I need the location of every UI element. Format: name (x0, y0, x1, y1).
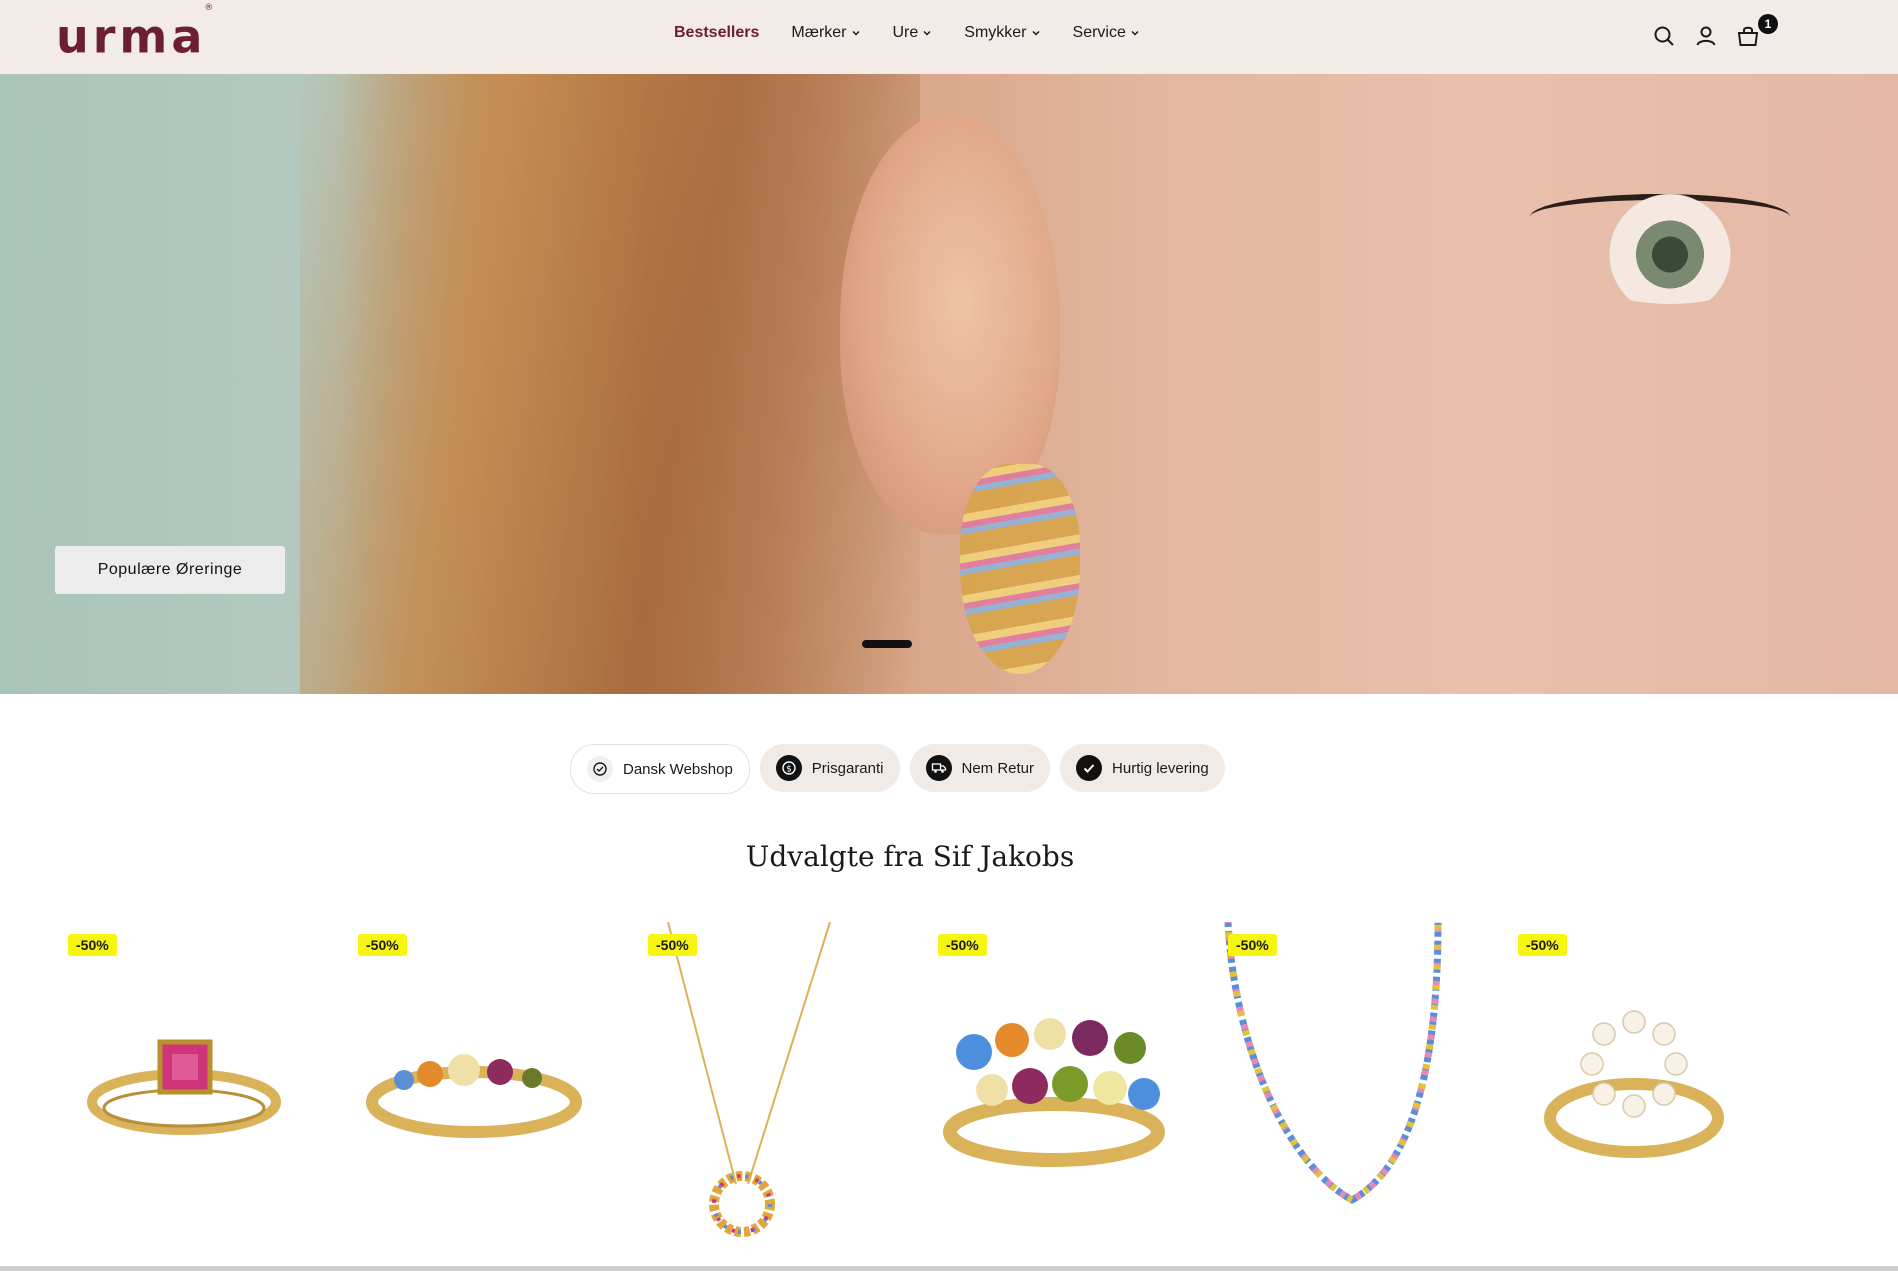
product-image-ring (366, 1054, 582, 1138)
product-card[interactable]: -50% (64, 922, 354, 1262)
svg-text:$: $ (786, 765, 792, 775)
nav-maerker[interactable]: Mærker (791, 24, 860, 42)
dollar-icon: $ (775, 755, 802, 781)
hero-image-eye (1560, 194, 1780, 304)
site-header: urma® Bestsellers Mærker Ure Smykker Ser… (0, 0, 1898, 74)
product-image-necklace (667, 922, 831, 1237)
horizontal-scrollbar[interactable] (0, 1266, 1898, 1271)
chevron-down-icon (851, 30, 860, 36)
badge-nem-retur[interactable]: Nem Retur (909, 744, 1051, 792)
chevron-down-icon (923, 30, 931, 36)
product-image-necklace (1224, 922, 1442, 1205)
product-carousel: -50% -50% -50% -50% -50% -50% (64, 922, 1804, 1262)
nav-ure[interactable]: Ure (893, 24, 933, 42)
sale-badge: -50% (1228, 934, 1277, 956)
product-image-ring (87, 1039, 281, 1135)
logo-registered-mark: ® (204, 3, 214, 13)
popular-earrings-button[interactable]: Populære Øreringe (55, 546, 285, 594)
cart-icon (1737, 26, 1759, 46)
user-icon (1696, 26, 1716, 46)
truck-icon (925, 755, 952, 781)
nav-service[interactable]: Service (1073, 24, 1140, 42)
hero-banner: Populære Øreringe (0, 74, 1898, 694)
badge-label: Hurtig levering (1112, 759, 1209, 777)
hero-image-hair (300, 74, 920, 694)
product-card[interactable]: -50% (354, 922, 644, 1262)
nav-label: Bestsellers (674, 24, 760, 41)
slide-indicator[interactable] (862, 640, 912, 648)
nav-label: Service (1072, 24, 1126, 41)
nav-label: Ure (892, 24, 919, 41)
product-card[interactable]: -50% (1224, 922, 1514, 1262)
badge-label: Prisgaranti (811, 759, 884, 777)
hero-image-earring (960, 464, 1080, 674)
badge-hurtig-levering[interactable]: Hurtig levering (1060, 744, 1225, 792)
sale-badge: -50% (358, 934, 407, 956)
chevron-down-icon (1131, 30, 1139, 36)
sale-badge: -50% (938, 934, 987, 956)
account-button[interactable] (1694, 24, 1718, 48)
trust-badges: Dansk Webshop $ Prisgaranti Nem Retur Hu… (570, 744, 1225, 794)
logo-text: urma (56, 9, 207, 64)
section-title: Udvalgte fra Sif Jakobs (745, 840, 1075, 873)
main-nav: Bestsellers Mærker Ure Smykker Service (674, 24, 1140, 42)
check-icon (1076, 755, 1103, 781)
badge-label: Nem Retur (961, 759, 1035, 777)
urma-logo[interactable]: urma® (56, 3, 215, 64)
badge-dansk-webshop[interactable]: Dansk Webshop (570, 744, 750, 794)
nav-label: Smykker (964, 24, 1027, 41)
sale-badge: -50% (1518, 934, 1567, 956)
badge-prisgaranti[interactable]: $ Prisgaranti (759, 744, 900, 792)
product-card[interactable]: -50% (644, 922, 934, 1262)
product-image-ring (943, 1018, 1165, 1167)
nav-smykker[interactable]: Smykker (964, 24, 1040, 42)
header-actions: 1 (1652, 14, 1778, 48)
search-button[interactable] (1652, 24, 1676, 48)
product-card[interactable]: -50% (1514, 922, 1804, 1262)
badge-label: Dansk Webshop (623, 760, 733, 778)
sale-badge: -50% (68, 934, 117, 956)
chevron-down-icon (1031, 30, 1040, 36)
nav-label: Mærker (791, 24, 847, 41)
cart-count-badge: 1 (1758, 14, 1778, 34)
nav-bestsellers[interactable]: Bestsellers (674, 24, 759, 42)
search-icon (1654, 26, 1674, 46)
verified-icon (587, 756, 613, 782)
sale-badge: -50% (648, 934, 697, 956)
product-card[interactable]: -50% (934, 922, 1224, 1262)
product-image-ring (1544, 1010, 1724, 1158)
cart-button[interactable]: 1 (1736, 14, 1778, 48)
